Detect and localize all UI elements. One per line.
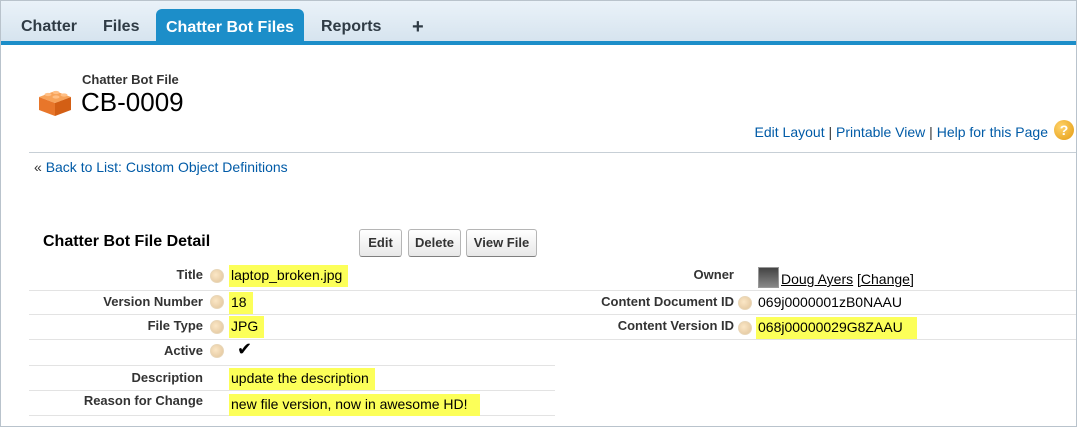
back-chevron-icon: « [34,159,42,175]
tab-chatter[interactable]: Chatter [11,9,87,41]
add-tab-icon[interactable]: + [402,9,434,41]
version-number-value: 18 [229,292,253,314]
back-to-list-link[interactable]: Back to List: Custom Object Definitions [46,159,288,175]
content-version-id-value: 068j00000029G8ZAAU [756,317,917,339]
description-value: update the description [229,368,375,390]
change-owner-link[interactable]: [Change] [857,271,914,287]
checkmark-icon: ✔ [237,339,253,359]
delete-button[interactable]: Delete [408,229,461,257]
active-label: Active [163,343,203,358]
tab-chatter-bot-files[interactable]: Chatter Bot Files [156,9,305,45]
reason-for-change-label: Reason for Change [83,393,203,408]
orange-block-icon [35,85,75,122]
link-separator: | [929,124,933,140]
row-divider [29,339,1076,340]
tab-bar-accent [1,41,1076,45]
avatar [758,267,779,288]
field-help-icon[interactable] [210,344,224,358]
record-name: CB-0009 [81,87,184,117]
owner-link[interactable]: Doug Ayers [781,271,853,287]
tab-reports[interactable]: Reports [311,9,391,41]
field-help-icon[interactable] [210,269,224,283]
field-help-icon[interactable] [738,321,752,335]
row-divider [29,290,1076,291]
divider [29,152,1076,153]
breadcrumb: « Back to List: Custom Object Definition… [34,159,288,175]
help-icon[interactable]: ? [1054,120,1074,140]
version-number-label: Version Number [103,294,203,309]
link-separator: | [828,124,833,140]
row-divider [29,365,555,366]
tab-files[interactable]: Files [93,9,149,41]
file-type-value: JPG [229,316,265,338]
title-label: Title [176,267,204,282]
record-page: Chatter Files Chatter Bot Files Reports … [0,0,1077,427]
title-value: laptop_broken.jpg [229,265,349,287]
field-help-icon[interactable] [738,296,752,310]
object-type-label: Chatter Bot File [82,72,179,87]
row-divider [29,314,1076,315]
content-version-id-label: Content Version ID [617,318,734,333]
file-type-label: File Type [147,318,203,333]
tab-bar: Chatter Files Chatter Bot Files Reports … [1,1,1076,45]
field-help-icon[interactable] [210,295,224,309]
view-file-button[interactable]: View File [466,229,537,257]
field-help-icon[interactable] [210,320,224,334]
page-links: Edit Layout | Printable View | Help for … [755,124,1048,140]
help-link[interactable]: Help for this Page [937,124,1048,140]
owner-label: Owner [693,267,734,282]
printable-view-link[interactable]: Printable View [836,124,925,140]
edit-layout-link[interactable]: Edit Layout [755,124,825,140]
description-label: Description [131,370,203,385]
content-document-id-label: Content Document ID [601,294,734,309]
edit-button[interactable]: Edit [359,229,402,257]
owner-value: Doug Ayers [Change] [781,271,914,287]
reason-for-change-value: new file version, now in awesome HD! [229,394,480,416]
row-divider [29,390,555,391]
detail-section-title: Chatter Bot File Detail [43,233,211,250]
content-document-id-value: 069j0000001zB0NAAU [758,294,902,310]
